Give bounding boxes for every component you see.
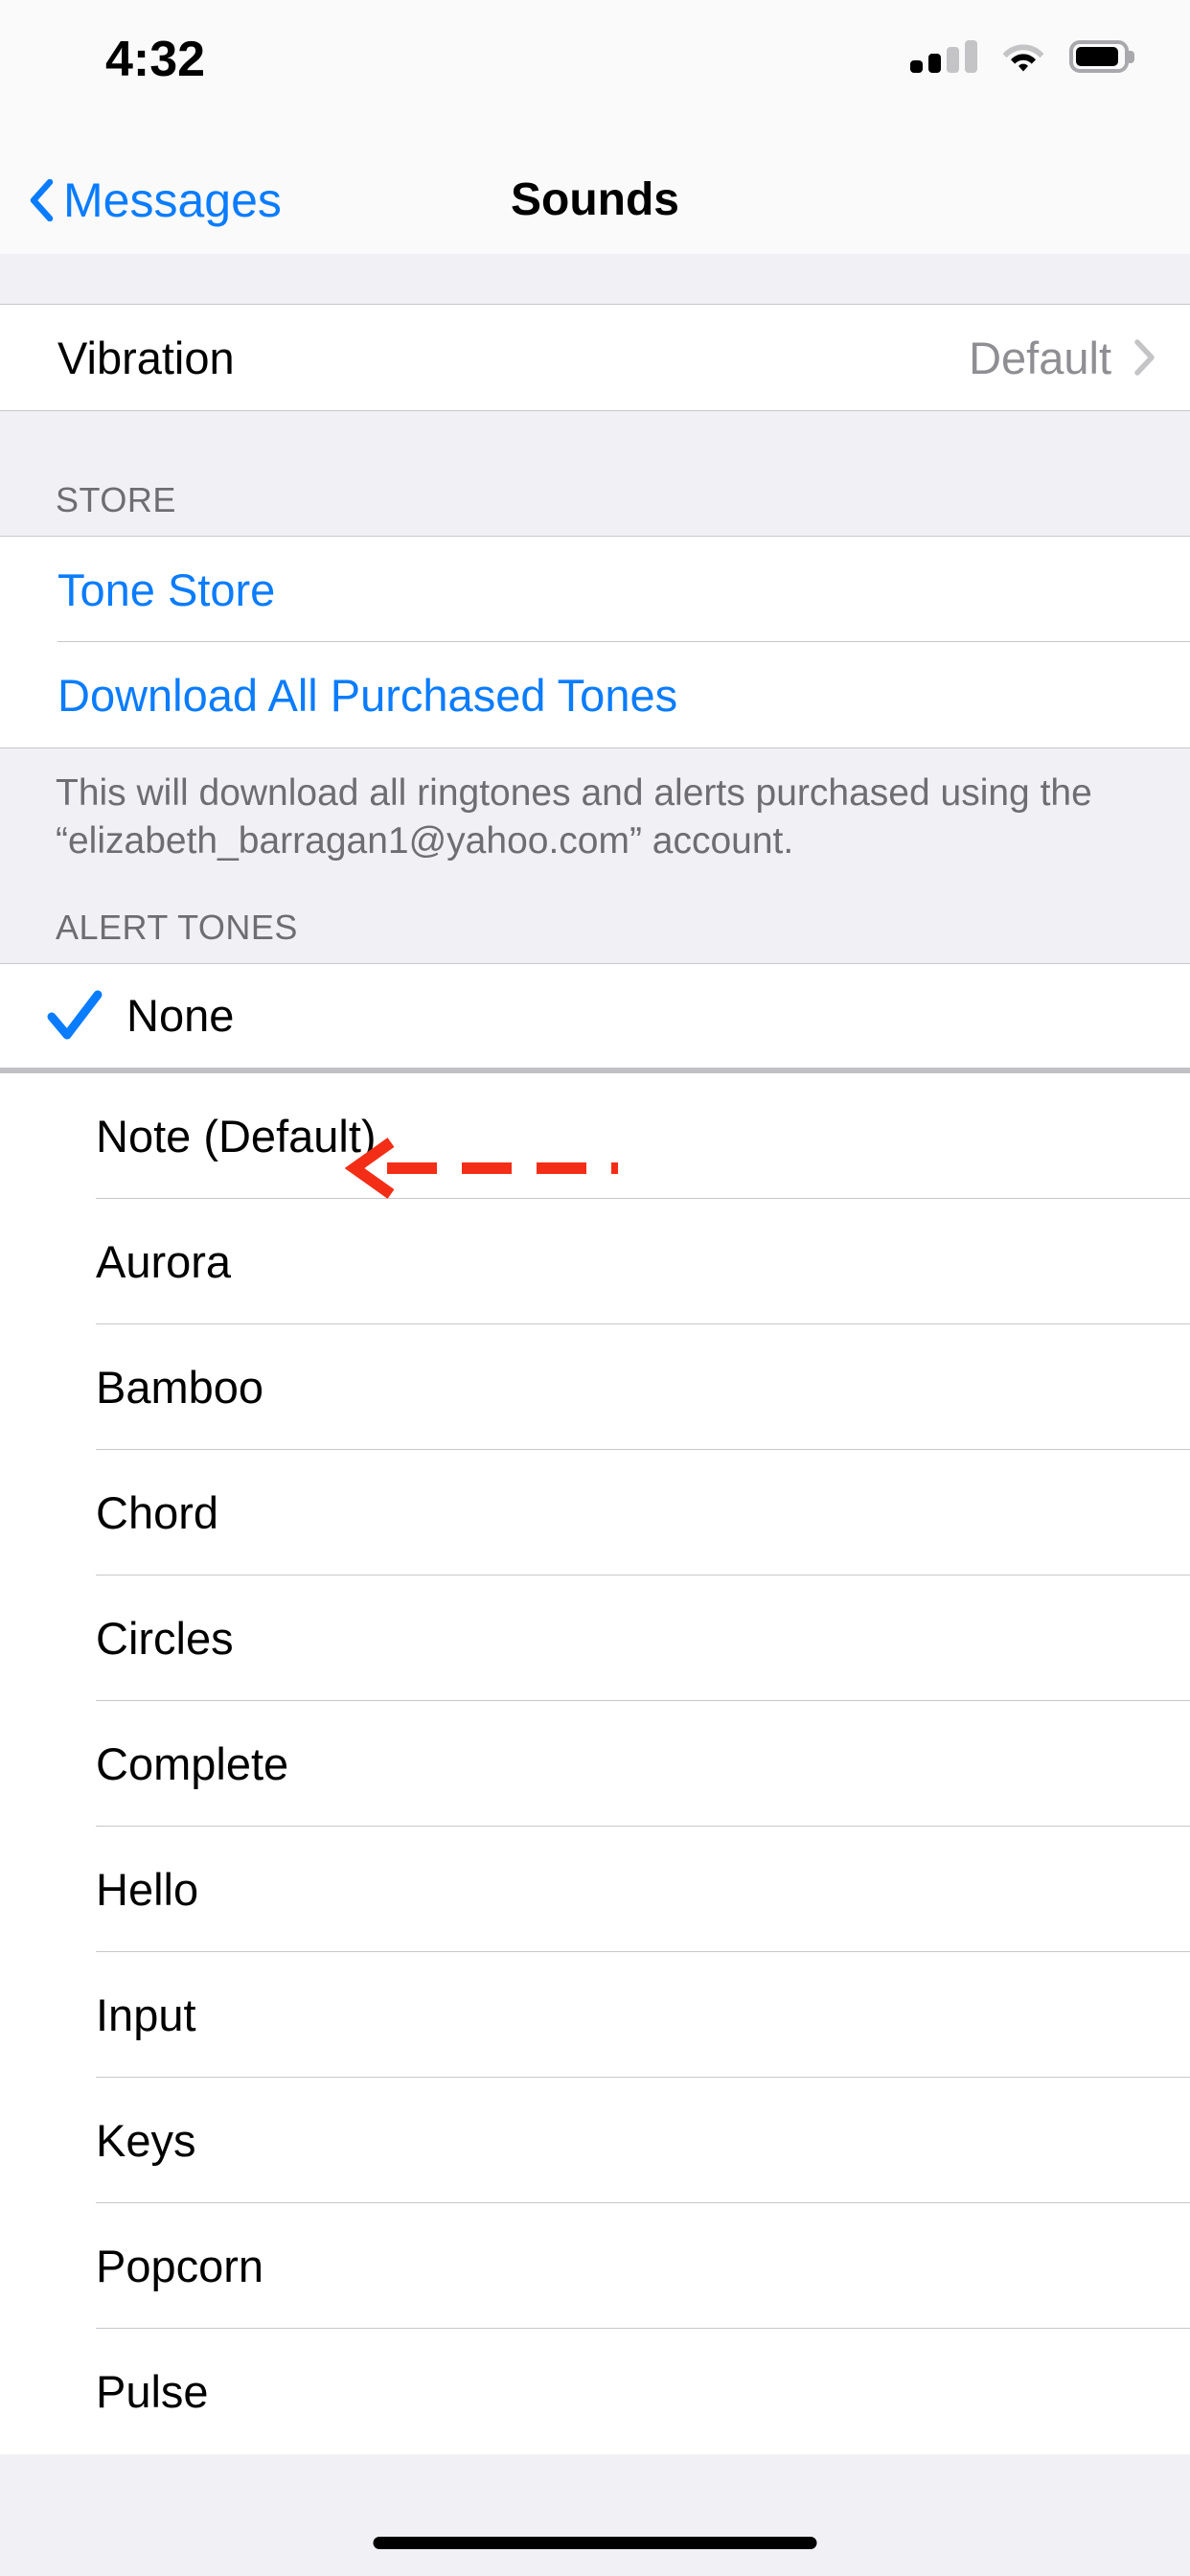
- section-header-store: STORE: [0, 411, 1190, 536]
- row-tone-none-label: None: [126, 993, 234, 1038]
- cellular-signal-icon: [910, 40, 977, 73]
- tone-label: Complete: [96, 1741, 288, 1786]
- download-all-purchased-tones-label: Download All Purchased Tones: [57, 673, 677, 718]
- row-vibration[interactable]: Vibration Default: [0, 305, 1190, 410]
- list-item[interactable]: Aurora: [0, 1199, 1190, 1324]
- tone-label: Circles: [96, 1616, 234, 1661]
- tone-store-label: Tone Store: [57, 567, 275, 612]
- vibration-group: Vibration Default: [0, 305, 1190, 410]
- status-bar: 4:32: [0, 0, 1190, 146]
- chevron-right-icon: [1134, 339, 1156, 376]
- section-header-alert-tones: ALERT TONES: [0, 890, 1190, 963]
- tone-label: Keys: [96, 2118, 196, 2163]
- row-vibration-label: Vibration: [57, 335, 235, 380]
- list-item[interactable]: Complete: [0, 1701, 1190, 1827]
- list-item[interactable]: Bamboo: [0, 1324, 1190, 1450]
- home-indicator: [374, 2537, 817, 2549]
- back-button-label: Messages: [63, 176, 282, 224]
- tone-label: Input: [96, 1992, 196, 2037]
- navigation-bar: Messages Sounds: [0, 146, 1190, 254]
- status-bar-indicators: [910, 40, 1134, 73]
- row-vibration-value: Default: [969, 335, 1111, 380]
- row-tone-none[interactable]: None: [0, 964, 1190, 1068]
- tone-label: Aurora: [96, 1239, 231, 1284]
- row-tone-store[interactable]: Tone Store: [0, 537, 1190, 642]
- wifi-icon: [1002, 40, 1044, 73]
- settings-scroll-view[interactable]: Vibration Default STORE Tone Store Downl…: [0, 254, 1190, 2576]
- battery-icon: [1069, 40, 1134, 73]
- store-group: Tone Store Download All Purchased Tones: [0, 536, 1190, 748]
- tone-label: Popcorn: [96, 2243, 263, 2288]
- row-download-all-purchased-tones[interactable]: Download All Purchased Tones: [0, 642, 1190, 748]
- store-footer-text: This will download all ringtones and ale…: [0, 748, 1190, 890]
- tone-label: Pulse: [96, 2369, 209, 2414]
- tone-label: Hello: [96, 1867, 198, 1912]
- list-item[interactable]: Circles: [0, 1576, 1190, 1701]
- list-item[interactable]: Note (Default): [0, 1073, 1190, 1199]
- iphone-screen: 4:32 Messages: [0, 0, 1190, 2576]
- alert-tones-list: Note (Default) Aurora Bamboo Chord Circl…: [0, 1073, 1190, 2454]
- back-button[interactable]: Messages: [29, 176, 282, 224]
- list-item[interactable]: Keys: [0, 2078, 1190, 2203]
- chevron-left-icon: [29, 179, 54, 221]
- tone-label: Chord: [96, 1490, 218, 1535]
- checkmark-icon: [44, 985, 105, 1046]
- top-spacer: [0, 254, 1190, 305]
- status-bar-time: 4:32: [105, 34, 205, 84]
- list-item[interactable]: Input: [0, 1952, 1190, 2078]
- alert-tones-selected-group: None: [0, 963, 1190, 1068]
- tone-label: Note (Default): [96, 1114, 377, 1159]
- tone-label: Bamboo: [96, 1365, 263, 1410]
- list-item[interactable]: Chord: [0, 1450, 1190, 1576]
- list-item[interactable]: Popcorn: [0, 2203, 1190, 2329]
- list-item[interactable]: Hello: [0, 1827, 1190, 1952]
- list-item[interactable]: Pulse: [0, 2329, 1190, 2454]
